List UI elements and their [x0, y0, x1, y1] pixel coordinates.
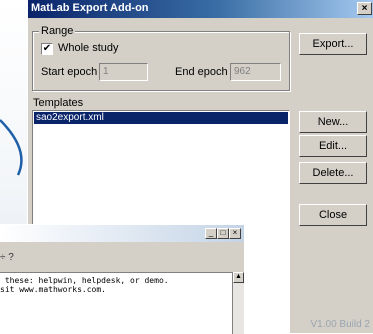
list-item[interactable]: sao2export.xml — [34, 112, 288, 124]
delete-button[interactable]: Delete... — [299, 162, 367, 184]
matlab-toolbar[interactable]: ÷ ? — [0, 252, 14, 264]
templates-label: Templates — [33, 97, 84, 109]
start-epoch-label: Start epoch — [41, 66, 98, 78]
close-icon[interactable]: × — [229, 228, 241, 239]
dialog-title: MatLab Export Add-on — [31, 2, 149, 14]
whole-study-checkbox[interactable]: ✔ — [41, 43, 53, 55]
maximize-icon[interactable]: □ — [217, 228, 229, 239]
scroll-up-icon[interactable]: ▲ — [233, 272, 244, 283]
range-groupbox — [32, 31, 290, 91]
matlab-window: _ □ × ÷ ? these: helpwin, helpdesk, or d… — [0, 224, 244, 334]
new-button[interactable]: New... — [299, 111, 367, 133]
minimize-icon[interactable]: _ — [205, 228, 217, 239]
whole-study-label: Whole study — [58, 42, 119, 54]
edit-button[interactable]: Edit... — [299, 135, 367, 157]
console-scrollbar[interactable]: ▲ — [232, 272, 244, 334]
version-label: V1.00 Build 2 — [310, 319, 371, 330]
console-line: these: helpwin, helpdesk, or demo. — [0, 276, 169, 285]
export-button[interactable]: Export... — [299, 33, 367, 55]
close-button[interactable]: Close — [299, 204, 367, 226]
start-epoch-field[interactable]: 1 — [99, 63, 148, 81]
end-epoch-label: End epoch — [175, 66, 228, 78]
dialog-titlebar[interactable]: MatLab Export Add-on × — [28, 0, 373, 18]
matlab-console[interactable]: these: helpwin, helpdesk, or demo. sit w… — [0, 272, 232, 334]
window-controls: _ □ × — [205, 228, 241, 239]
end-epoch-field[interactable]: 962 — [230, 63, 281, 81]
console-line: sit www.mathworks.com. — [0, 285, 106, 294]
matlab-titlebar[interactable]: _ □ × — [0, 225, 244, 242]
range-legend: Range — [39, 25, 76, 37]
close-icon[interactable]: × — [357, 2, 372, 15]
